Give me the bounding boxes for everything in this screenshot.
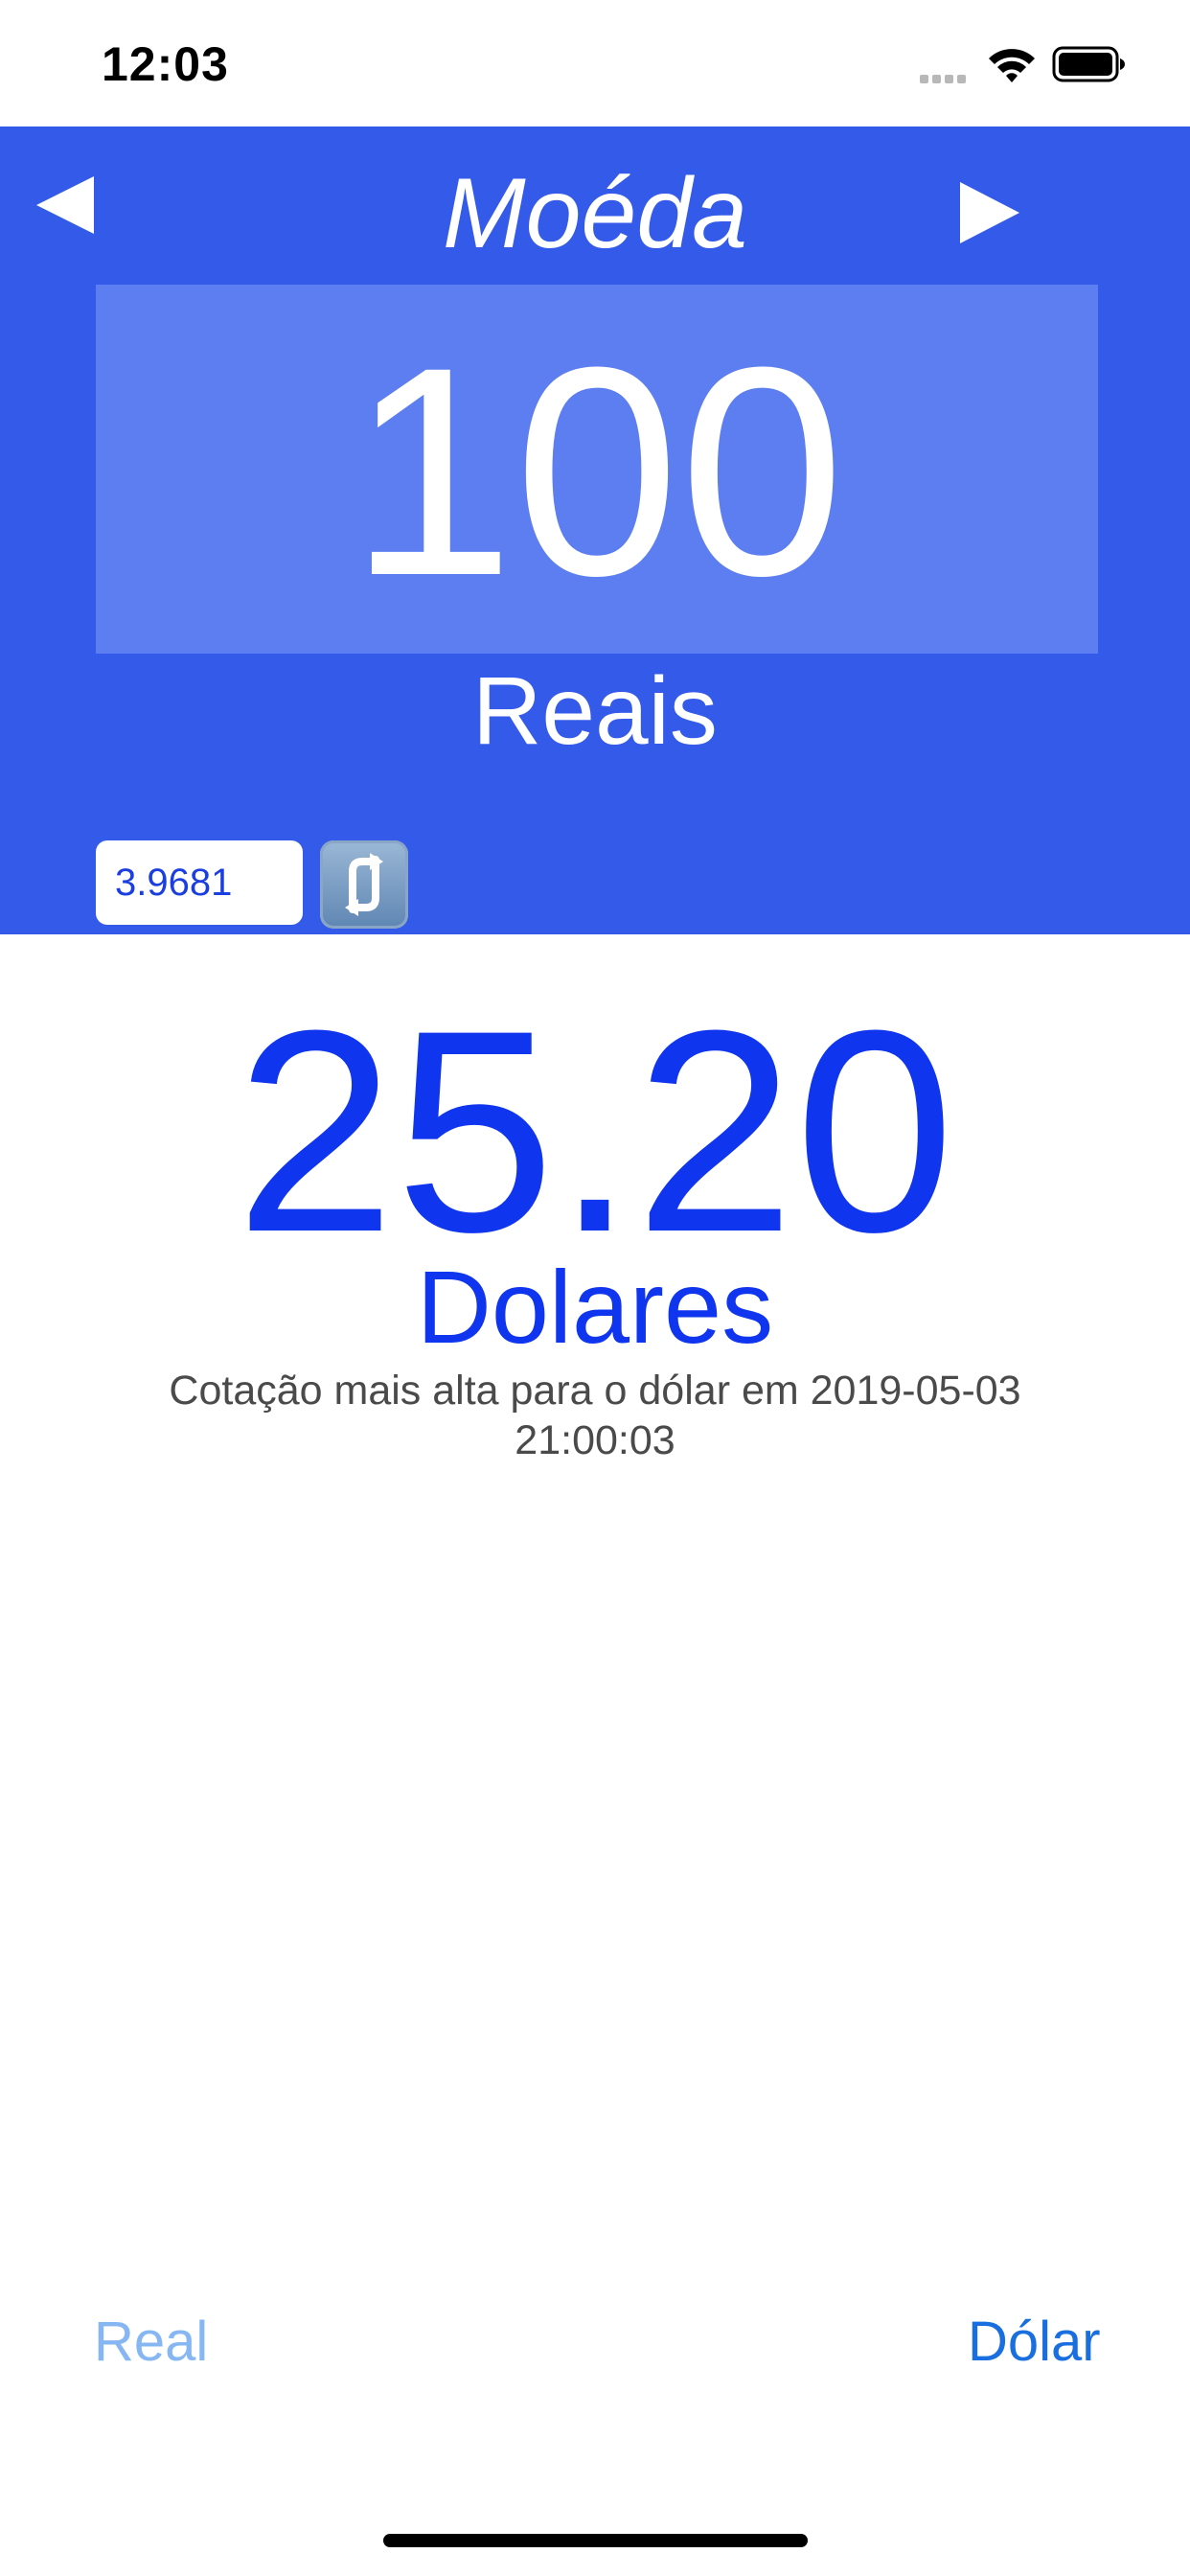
triangle-right-icon[interactable] <box>960 182 1019 243</box>
amount-value[interactable]: 100 <box>96 323 1098 620</box>
source-currency-label: Reais <box>472 657 718 765</box>
signal-icon <box>920 71 972 83</box>
refresh-arrows-icon <box>345 853 383 916</box>
refresh-button[interactable] <box>320 840 408 929</box>
amount-display[interactable]: 100 <box>96 285 1098 654</box>
battery-icon <box>1052 46 1127 82</box>
target-currency-label: Dolares <box>416 1249 774 1365</box>
home-indicator[interactable] <box>383 2534 808 2547</box>
converted-value: 25.20 <box>235 970 955 1292</box>
converter-header: Moéda 100 Reais <box>0 126 1190 934</box>
quote-info: Cotação mais alta para o dólar em 2019-0… <box>169 1368 1021 1463</box>
real-button[interactable]: Real <box>94 2314 208 2370</box>
status-time: 12:03 <box>102 37 229 91</box>
status-bar: 12:03 <box>0 0 1190 126</box>
dolar-button[interactable]: Dólar <box>968 2314 1101 2370</box>
wifi-icon <box>985 44 1039 84</box>
exchange-rate-input[interactable] <box>96 840 303 925</box>
